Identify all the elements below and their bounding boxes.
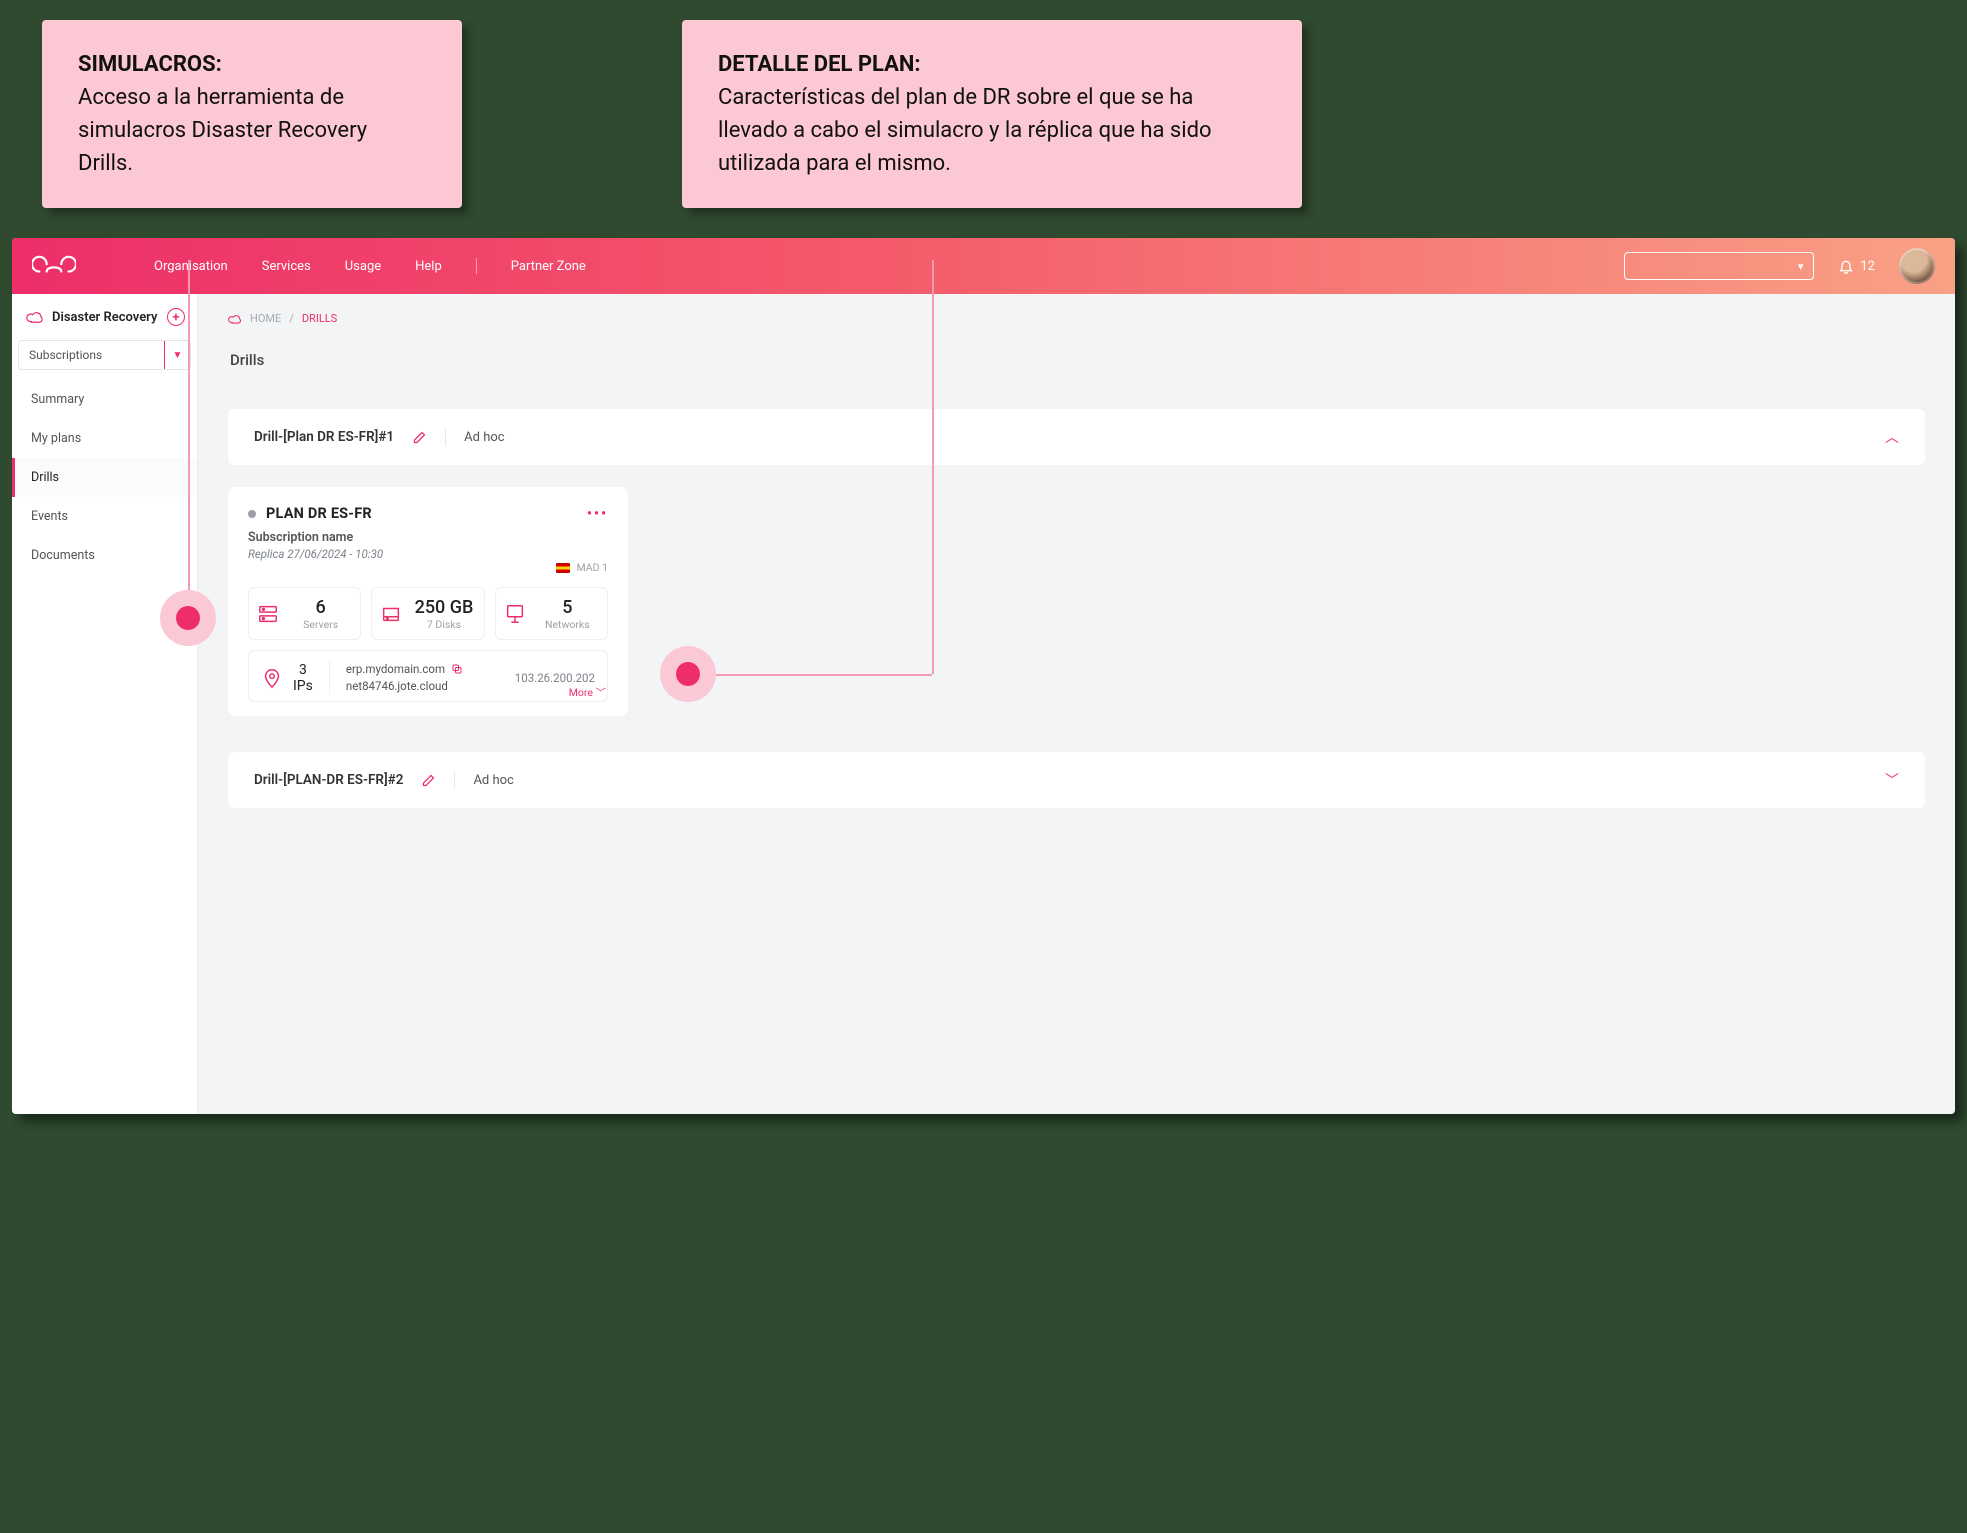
drill-row[interactable]: Drill-[PLAN-DR ES-FR]#2 Ad hoc ﹀ [228, 752, 1925, 808]
nav-usage[interactable]: Usage [345, 259, 381, 274]
stat-label: 7 Disks [412, 619, 475, 631]
plan-name: PLAN DR ES-FR [266, 505, 372, 522]
sidebar-item-events[interactable]: Events [12, 497, 197, 536]
sidebar-item-label: Drills [31, 470, 59, 485]
domain-secondary: net84746.jote.cloud [346, 678, 463, 695]
edit-icon[interactable] [421, 773, 436, 788]
nav-partner-zone[interactable]: Partner Zone [511, 259, 586, 274]
stat-storage: 250 GB 7 Disks [371, 587, 484, 640]
cloud-icon [228, 313, 242, 325]
brand-logo[interactable] [32, 252, 76, 280]
location-badge: MAD 1 [556, 561, 608, 574]
network-icon [504, 603, 526, 625]
stat-ips: 3 IPs [261, 662, 313, 694]
stat-label: Servers [289, 619, 352, 631]
stat-value: 6 [289, 598, 352, 619]
drill-mode: Ad hoc [473, 773, 513, 788]
annotation-stem [188, 260, 190, 618]
bell-icon [1838, 258, 1854, 274]
avatar[interactable] [1899, 248, 1935, 284]
chevron-down-icon: ▾ [1798, 260, 1804, 273]
copy-icon[interactable] [451, 663, 463, 675]
stat-label: Networks [536, 619, 599, 631]
sidebar-item-drills[interactable]: Drills [12, 458, 197, 497]
breadcrumb-current: DRILLS [302, 312, 337, 325]
status-dot [248, 510, 256, 518]
expand-icon[interactable]: ﹀ [1885, 770, 1899, 790]
callout-title: SIMULACROS: [78, 52, 222, 77]
primary-nav: Organisation Services Usage Help Partner… [154, 258, 586, 274]
more-link[interactable]: More ﹀ [569, 685, 606, 700]
stat-value: 3 [293, 662, 313, 678]
server-icon [257, 603, 279, 625]
stat-value: 5 [536, 598, 599, 619]
more-menu-button[interactable]: ••• [587, 506, 608, 522]
sidebar-item-my-plans[interactable]: My plans [12, 419, 197, 458]
breadcrumb-home[interactable]: HOME [250, 312, 281, 325]
drill-name: Drill-[Plan DR ES-FR]#1 [254, 429, 394, 445]
disk-icon [380, 603, 402, 625]
drill-row[interactable]: Drill-[Plan DR ES-FR]#1 Ad hoc ︿ [228, 409, 1925, 465]
chevron-down-icon: ▼ [164, 341, 190, 369]
domain-primary: erp.mydomain.com [346, 661, 445, 678]
subscriptions-label: Subscriptions [29, 348, 102, 362]
stat-networks: 5 Networks [495, 587, 608, 640]
notifications-count: 12 [1860, 259, 1875, 274]
sidebar-item-label: My plans [31, 431, 81, 446]
plan-detail-card: PLAN DR ES-FR ••• Subscription name Repl… [228, 487, 628, 716]
callout-body: Acceso a la herramienta de simulacros Di… [78, 85, 367, 176]
divider [445, 428, 446, 446]
callout-detalle-plan: DETALLE DEL PLAN: Características del pl… [682, 20, 1302, 208]
sidebar-item-label: Summary [31, 392, 84, 407]
subscription-name: Subscription name [248, 530, 608, 545]
subscriptions-selector[interactable]: Subscriptions ▼ [18, 340, 191, 370]
notifications-button[interactable]: 12 [1838, 258, 1875, 274]
drill-name: Drill-[PLAN-DR ES-FR]#2 [254, 772, 403, 788]
location-label: MAD 1 [576, 561, 608, 574]
drill-mode: Ad hoc [464, 430, 504, 445]
ip-address: 103.26.200.202 [515, 671, 595, 685]
nav-divider [476, 258, 477, 274]
sidebar-item-label: Events [31, 509, 68, 524]
app-frame: Organisation Services Usage Help Partner… [12, 238, 1955, 1114]
cloud-icon [26, 309, 44, 325]
page-title: Drills [230, 351, 1925, 369]
collapse-icon[interactable]: ︿ [1885, 427, 1899, 447]
breadcrumb: HOME / DRILLS [228, 312, 1925, 325]
main-content: HOME / DRILLS Drills Drill-[Plan DR ES-F… [198, 294, 1955, 1114]
chevron-down-icon: ﹀ [596, 686, 607, 699]
callout-title: DETALLE DEL PLAN: [718, 52, 921, 77]
annotation-stem [712, 674, 932, 676]
flag-es-icon [556, 563, 570, 573]
sidebar-title: Disaster Recovery [52, 310, 157, 325]
sidebar-item-summary[interactable]: Summary [12, 380, 197, 419]
context-selector[interactable]: ▾ [1624, 252, 1814, 280]
callout-simulacros: SIMULACROS: Acceso a la herramienta de s… [42, 20, 462, 208]
stat-label: IPs [293, 678, 313, 694]
breadcrumb-sep: / [289, 312, 294, 325]
nav-organisation[interactable]: Organisation [154, 259, 228, 274]
topbar: Organisation Services Usage Help Partner… [12, 238, 1955, 294]
sidebar: Disaster Recovery + Subscriptions ▼ Summ… [12, 294, 198, 1114]
nav-help[interactable]: Help [415, 259, 442, 274]
divider [454, 771, 455, 789]
replica-timestamp: Replica 27/06/2024 - 10:30 [248, 547, 608, 561]
stat-value: 250 GB [412, 598, 475, 619]
sidebar-item-documents[interactable]: Documents [12, 536, 197, 575]
nav-services[interactable]: Services [262, 259, 311, 274]
add-button[interactable]: + [167, 308, 185, 326]
annotation-stem [932, 260, 934, 674]
sidebar-item-label: Documents [31, 548, 95, 563]
edit-icon[interactable] [412, 430, 427, 445]
callout-body: Características del plan de DR sobre el … [718, 85, 1212, 176]
ip-pin-icon [261, 667, 283, 689]
stat-servers: 6 Servers [248, 587, 361, 640]
divider [329, 661, 330, 695]
